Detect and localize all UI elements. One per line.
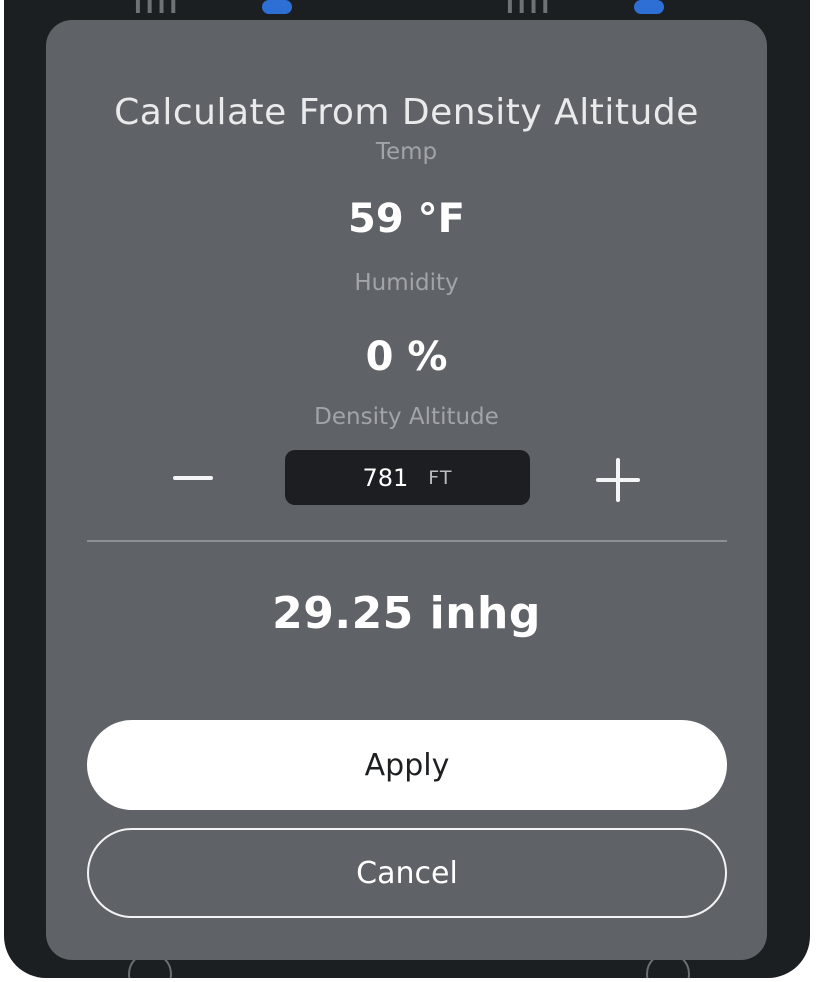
apply-button-label: Apply [364, 747, 450, 783]
background-digits-right: ꟾꟾꟾꟾ [504, 0, 552, 23]
density-altitude-stepper: 781 FT [46, 450, 767, 506]
temp-value: 59 °F [348, 196, 465, 242]
background-accent-right [634, 0, 664, 14]
apply-button[interactable]: Apply [87, 720, 727, 810]
pressure-result: 29.25 inhg [272, 588, 541, 639]
density-altitude-unit: FT [428, 466, 453, 489]
humidity-value: 0 % [365, 334, 448, 380]
humidity-label: Humidity [354, 270, 459, 296]
background-accent-left [262, 0, 292, 14]
density-altitude-label: Density Altitude [314, 404, 499, 430]
temp-label: Temp [375, 139, 438, 165]
cancel-button[interactable]: Cancel [87, 828, 727, 918]
density-altitude-field[interactable]: 781 FT [285, 450, 530, 505]
minus-icon[interactable] [173, 476, 213, 480]
background-digits-left: ꟾꟾꟾꟾ [132, 0, 180, 23]
density-altitude-value: 781 [362, 463, 409, 492]
dialog-title: Calculate From Density Altitude [114, 92, 699, 133]
plus-icon[interactable] [596, 458, 640, 502]
density-altitude-dialog: Calculate From Density Altitude Temp 59 … [46, 20, 767, 960]
divider [87, 540, 727, 542]
cancel-button-label: Cancel [356, 855, 458, 891]
